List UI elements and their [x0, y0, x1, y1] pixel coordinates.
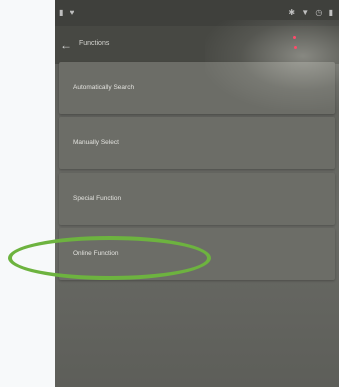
status-left-icons: ▮ ♥	[59, 8, 77, 17]
device-screen-photo: ▮ ♥ ✱ ▼ ◷ ▮ ← Functions Automatically Se…	[55, 0, 339, 387]
list-item-label: Manually Select	[73, 139, 119, 146]
page-title: Functions	[79, 40, 110, 47]
list-item-online-function[interactable]: Online Function	[59, 228, 335, 280]
list-item-label: Automatically Search	[73, 84, 135, 91]
list-item-manually-select[interactable]: Manually Select	[59, 117, 335, 169]
arrow-left-icon[interactable]: ←	[60, 39, 72, 51]
list-item-automatically-search[interactable]: Automatically Search	[59, 62, 335, 114]
status-bar: ▮ ♥ ✱ ▼ ◷ ▮	[55, 0, 339, 26]
app-bar: ← Functions	[55, 26, 339, 64]
list-item-label: Online Function	[73, 250, 119, 257]
reflection-dot	[293, 36, 296, 39]
status-right-icons: ✱ ▼ ◷ ▮	[288, 8, 335, 17]
reflection-dot	[294, 46, 297, 49]
list-item-special-function[interactable]: Special Function	[59, 173, 335, 225]
list-item-label: Special Function	[73, 195, 122, 202]
